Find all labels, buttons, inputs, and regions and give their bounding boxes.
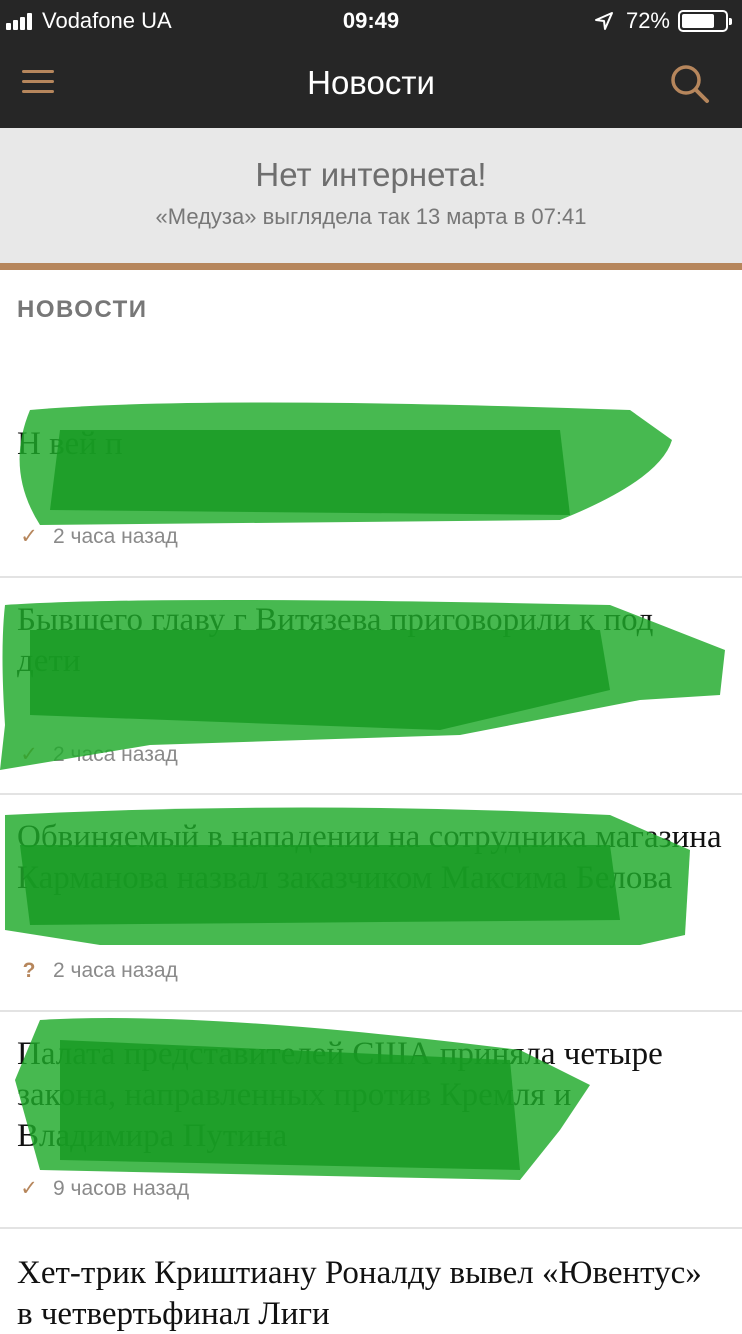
news-title: Бывшего главу г Витязева приговорили к п… [17,602,654,679]
news-title: Обвиняемый в нападении на сотрудника маг… [17,819,722,896]
battery-icon [678,10,732,32]
news-time: 2 часа назад [53,524,178,548]
navigation-bar: Новости [0,42,742,128]
news-item[interactable]: Обвиняемый в нападении на сотрудника маг… [0,795,742,1012]
news-meta: ✓ 2 часа назад [17,742,178,767]
status-bar: Vodafone UA 09:49 72% [0,0,742,42]
news-item[interactable]: Хет-трик Криштиану Роналду вывел «Ювенту… [0,1229,742,1334]
news-meta: ✓ 9 часов назад [17,1176,189,1201]
search-button[interactable] [668,62,712,106]
question-icon: ? [22,959,36,982]
news-title: Н вей п [17,426,123,462]
section-label: НОВОСТИ [17,296,148,323]
status-right: 72% [594,8,732,34]
accent-divider [0,263,742,270]
news-time: 2 часа назад [53,742,178,766]
news-item[interactable]: Н вей п ✓ 2 часа назад [0,400,742,578]
news-meta: ✓ 2 часа назад [17,524,178,549]
check-icon: ✓ [20,743,38,766]
news-time: 2 часа назад [53,959,178,982]
news-item[interactable]: Бывшего главу г Витязева приговорили к п… [0,578,742,795]
news-title: Хет-трик Криштиану Роналду вывел «Ювенту… [17,1255,702,1332]
page-title: Новости [307,64,435,101]
location-arrow-icon [594,12,613,30]
news-time: 9 часов назад [53,1176,190,1200]
offline-subtitle: «Медуза» выглядела так 13 марта в 07:41 [155,204,587,229]
offline-title: Нет интернета! [255,156,487,193]
battery-percent: 72% [625,8,670,33]
news-item[interactable]: Палата представителей США приняла четыре… [0,1012,742,1229]
offline-banner: Нет интернета! «Медуза» выглядела так 13… [0,128,742,263]
search-icon [671,65,709,103]
check-icon: ✓ [20,525,38,548]
news-meta: ? 2 часа назад [17,959,178,983]
news-title: Палата представителей США приняла четыре… [17,1036,663,1154]
check-icon: ✓ [20,1177,38,1200]
